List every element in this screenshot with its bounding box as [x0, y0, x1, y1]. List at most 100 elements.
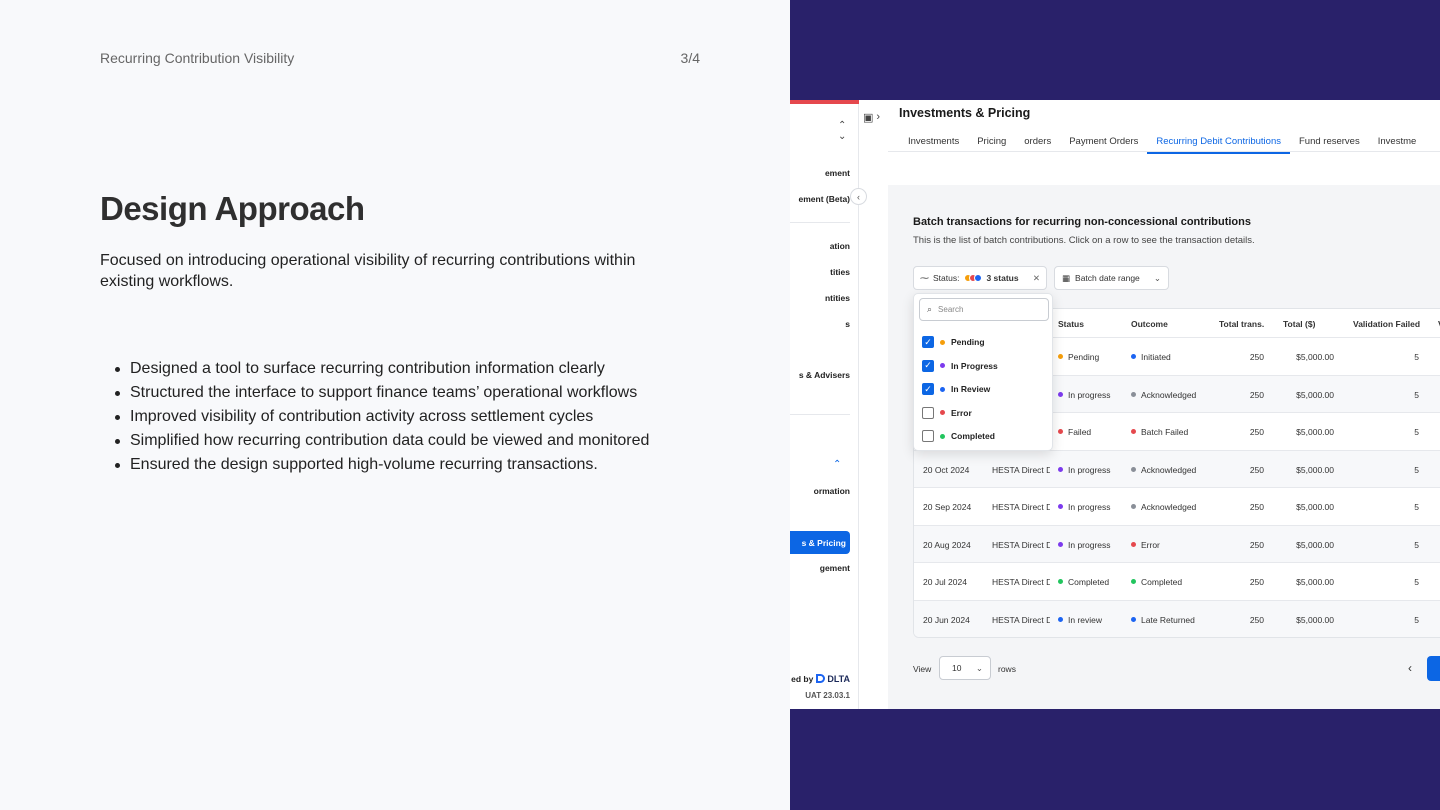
- cell-fund: HESTA Direct D: [992, 614, 1050, 625]
- dropdown-option[interactable]: Error: [922, 406, 972, 420]
- cell-total: $5,000.00: [1296, 352, 1334, 362]
- dropdown-option[interactable]: Completed: [922, 429, 995, 443]
- status-dot: [1058, 579, 1063, 584]
- chevron-updown-icon[interactable]: ⌃ ⌄: [838, 120, 846, 142]
- cell-total: $5,000.00: [1296, 389, 1334, 400]
- outcome-dot: [1131, 391, 1136, 397]
- slide-title: Design Approach: [100, 190, 365, 227]
- chevron-right-icon[interactable]: ›: [876, 111, 880, 124]
- dlta-logo: DLTA: [816, 674, 850, 684]
- column-header-total-trans[interactable]: Total trans.: [1219, 319, 1264, 329]
- cell-validation-failed: 5: [1414, 427, 1419, 437]
- status-dot: [940, 386, 945, 392]
- outcome-dot: [1131, 541, 1136, 547]
- previous-page-button[interactable]: ‹: [1408, 661, 1412, 675]
- dlta-logo-icon: [816, 674, 826, 683]
- status-dot: [1058, 504, 1063, 509]
- cell-total: $5,000.00: [1296, 502, 1334, 512]
- cell-validation-failed: 5: [1414, 389, 1419, 400]
- chevron-left-icon: ‹: [1408, 661, 1412, 675]
- bullet-item: Ensured the design supported high-volume…: [115, 453, 730, 477]
- cell-total-trans: 250: [1249, 427, 1264, 437]
- checkbox[interactable]: [922, 430, 934, 442]
- status-dot: [1058, 466, 1063, 472]
- dropdown-search-input[interactable]: ⌕ Search: [919, 298, 1049, 321]
- status-dot: [940, 410, 945, 415]
- sidebar-divider: [790, 222, 850, 223]
- sidebar-item[interactable]: s: [845, 319, 850, 329]
- sidebar-item[interactable]: ation: [830, 241, 850, 251]
- cell-validation-failed: 5: [1414, 502, 1419, 512]
- view-label: View: [913, 664, 932, 674]
- bullet-item: Designed a tool to surface recurring con…: [115, 357, 730, 381]
- sidebar-item[interactable]: ormation: [814, 486, 850, 496]
- chevron-up-icon[interactable]: ⌃: [833, 459, 841, 470]
- page-size-select[interactable]: 10 ⌄: [939, 656, 991, 680]
- collapse-sidebar-button[interactable]: ‹: [850, 188, 867, 205]
- tabs-divider: [888, 151, 1440, 152]
- table-row[interactable]: 20 Sep 2024 HESTA Direct D In progress Ackn…: [914, 487, 1440, 525]
- option-label: In Review: [951, 384, 991, 394]
- status-dot: [1058, 391, 1063, 397]
- cell-status: In progress: [1058, 465, 1111, 475]
- status-filter-button[interactable]: ⁓ Status: 3 status ✕: [913, 266, 1047, 290]
- table-row[interactable]: 20 Aug 2024 HESTA Direct D In progress Erro…: [914, 524, 1440, 562]
- cell-status: In progress: [1058, 540, 1111, 550]
- dropdown-option[interactable]: ✓ In Review: [922, 382, 990, 396]
- chevron-down-icon: ⌄: [1153, 272, 1161, 283]
- outcome-dot: [1131, 616, 1136, 622]
- sidebar-footer: ed by DLTA: [791, 674, 850, 684]
- clipboard-icon[interactable]: ▣: [863, 111, 873, 124]
- date-range-label: Batch date range: [1075, 273, 1140, 283]
- checkbox[interactable]: ✓: [922, 336, 934, 348]
- bullet-item: Structured the interface to support fina…: [115, 381, 730, 405]
- table-row[interactable]: 20 Jun 2024 HESTA Direct D In review Late R…: [914, 599, 1440, 637]
- option-label: In Progress: [951, 360, 998, 371]
- table-row[interactable]: 20 Oct 2024 HESTA Direct D In progress Ackn…: [914, 449, 1440, 487]
- checkbox[interactable]: ✓: [922, 359, 934, 372]
- status-dot: [1058, 354, 1063, 359]
- checkbox[interactable]: ✓: [922, 383, 934, 395]
- cell-total: $5,000.00: [1296, 614, 1334, 625]
- sidebar-item[interactable]: ntities: [825, 293, 850, 303]
- dropdown-option[interactable]: ✓ In Progress: [922, 359, 998, 373]
- column-header-outcome[interactable]: Outcome: [1131, 319, 1168, 329]
- outcome-dot: [1131, 466, 1136, 472]
- page-size-value: 10: [952, 663, 962, 673]
- cell-outcome: Acknowledged: [1131, 502, 1196, 512]
- column-header-total[interactable]: Total ($): [1283, 319, 1315, 329]
- sidebar: ⌃ ⌄ ement ement (Beta) ation tities ntiti…: [790, 104, 859, 709]
- cell-date: 20 Jul 2024: [923, 577, 967, 587]
- cell-total-trans: 250: [1249, 352, 1264, 362]
- column-header-validation-failed[interactable]: Validation Failed: [1353, 319, 1420, 329]
- cell-total-trans: 250: [1249, 577, 1264, 587]
- status-dropdown: ⌕ Search ✓ Pending ✓ In Progress ✓ In Review E…: [913, 293, 1053, 451]
- batch-date-range-button[interactable]: ▦ Batch date range ⌄: [1054, 266, 1169, 290]
- checkbox[interactable]: [922, 406, 934, 419]
- close-icon[interactable]: ✕: [1033, 273, 1040, 284]
- cell-status: In progress: [1058, 502, 1111, 512]
- sidebar-item[interactable]: ement (Beta): [799, 194, 850, 204]
- cell-outcome: Acknowledged: [1131, 465, 1196, 475]
- powered-by-text: ed by: [791, 674, 814, 684]
- sidebar-item[interactable]: s & Advisers: [799, 370, 850, 380]
- cell-status: Failed: [1058, 427, 1091, 437]
- cell-status: Pending: [1058, 352, 1099, 362]
- sidebar-item[interactable]: tities: [830, 267, 850, 277]
- app-screenshot: ⌃ ⌄ ement ement (Beta) ation tities ntiti…: [790, 100, 1440, 709]
- column-header-status[interactable]: Status: [1058, 319, 1084, 329]
- cell-total-trans: 250: [1249, 502, 1264, 512]
- cell-total-trans: 250: [1249, 539, 1264, 550]
- cell-status: Completed: [1058, 577, 1109, 587]
- cell-validation-failed: 5: [1414, 352, 1419, 362]
- table-row[interactable]: 20 Jul 2024 HESTA Direct D Completed Comple…: [914, 562, 1440, 600]
- chevron-down-icon: ⌄: [975, 662, 983, 673]
- sidebar-item[interactable]: ement: [825, 168, 850, 178]
- dropdown-option[interactable]: ✓ Pending: [922, 335, 985, 349]
- cell-outcome: Acknowledged: [1131, 390, 1196, 400]
- rows-label: rows: [998, 664, 1016, 674]
- sidebar-item-active[interactable]: s & Pricing: [790, 531, 850, 554]
- cell-date: 20 Oct 2024: [923, 464, 970, 475]
- sidebar-item[interactable]: gement: [820, 563, 850, 573]
- current-page-button[interactable]: [1427, 656, 1440, 681]
